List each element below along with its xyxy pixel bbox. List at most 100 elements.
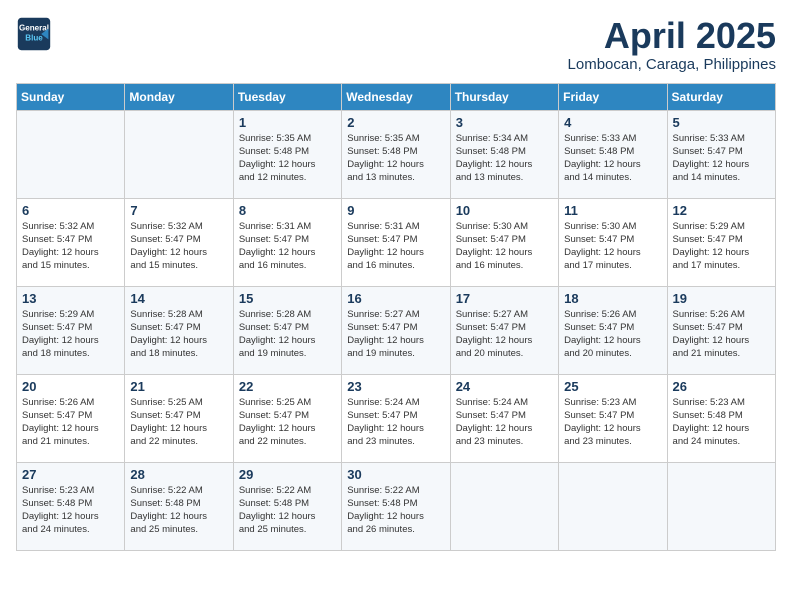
weekday-header-wednesday: Wednesday — [342, 83, 450, 110]
day-number: 26 — [673, 379, 770, 394]
day-number: 17 — [456, 291, 553, 306]
day-number: 2 — [347, 115, 444, 130]
calendar-cell: 7 Sunrise: 5:32 AM Sunset: 5:47 PM Daylig… — [125, 198, 233, 286]
day-number: 7 — [130, 203, 227, 218]
day-detail: Sunrise: 5:33 AM Sunset: 5:47 PM Dayligh… — [673, 132, 770, 185]
calendar-cell: 24 Sunrise: 5:24 AM Sunset: 5:47 PM Dayli… — [450, 374, 558, 462]
day-number: 15 — [239, 291, 336, 306]
calendar-title: April 2025 — [568, 16, 776, 56]
day-detail: Sunrise: 5:27 AM Sunset: 5:47 PM Dayligh… — [456, 308, 553, 361]
calendar-cell: 5 Sunrise: 5:33 AM Sunset: 5:47 PM Daylig… — [667, 110, 775, 198]
calendar-cell: 10 Sunrise: 5:30 AM Sunset: 5:47 PM Dayli… — [450, 198, 558, 286]
weekday-header-row: SundayMondayTuesdayWednesdayThursdayFrid… — [17, 83, 776, 110]
weekday-header-monday: Monday — [125, 83, 233, 110]
weekday-header-friday: Friday — [559, 83, 667, 110]
day-detail: Sunrise: 5:28 AM Sunset: 5:47 PM Dayligh… — [239, 308, 336, 361]
page-header: General Blue April 2025 Lombocan, Caraga… — [16, 16, 776, 73]
day-number: 11 — [564, 203, 661, 218]
calendar-cell: 22 Sunrise: 5:25 AM Sunset: 5:47 PM Dayli… — [233, 374, 341, 462]
day-number: 14 — [130, 291, 227, 306]
logo: General Blue — [16, 16, 52, 52]
calendar-cell: 19 Sunrise: 5:26 AM Sunset: 5:47 PM Dayli… — [667, 286, 775, 374]
day-number: 9 — [347, 203, 444, 218]
calendar-cell — [559, 462, 667, 550]
weekday-header-tuesday: Tuesday — [233, 83, 341, 110]
day-detail: Sunrise: 5:24 AM Sunset: 5:47 PM Dayligh… — [456, 396, 553, 449]
day-detail: Sunrise: 5:27 AM Sunset: 5:47 PM Dayligh… — [347, 308, 444, 361]
day-detail: Sunrise: 5:31 AM Sunset: 5:47 PM Dayligh… — [347, 220, 444, 273]
day-detail: Sunrise: 5:24 AM Sunset: 5:47 PM Dayligh… — [347, 396, 444, 449]
day-number: 8 — [239, 203, 336, 218]
day-detail: Sunrise: 5:26 AM Sunset: 5:47 PM Dayligh… — [22, 396, 119, 449]
day-detail: Sunrise: 5:26 AM Sunset: 5:47 PM Dayligh… — [673, 308, 770, 361]
day-number: 1 — [239, 115, 336, 130]
calendar-cell: 21Sunrise: 5:25 AM Sunset: 5:47 PM Dayli… — [125, 374, 233, 462]
day-number: 18 — [564, 291, 661, 306]
day-detail: Sunrise: 5:23 AM Sunset: 5:48 PM Dayligh… — [22, 484, 119, 537]
calendar-cell: 27 Sunrise: 5:23 AM Sunset: 5:48 PM Dayli… — [17, 462, 125, 550]
day-number: 28 — [130, 467, 227, 482]
calendar-cell: 28 Sunrise: 5:22 AM Sunset: 5:48 PM Dayli… — [125, 462, 233, 550]
calendar-cell: 12Sunrise: 5:29 AM Sunset: 5:47 PM Dayli… — [667, 198, 775, 286]
calendar-cell: 15 Sunrise: 5:28 AM Sunset: 5:47 PM Dayli… — [233, 286, 341, 374]
day-detail: Sunrise: 5:23 AM Sunset: 5:48 PM Dayligh… — [673, 396, 770, 449]
day-number: 5 — [673, 115, 770, 130]
calendar-cell: 17 Sunrise: 5:27 AM Sunset: 5:47 PM Dayli… — [450, 286, 558, 374]
calendar-cell — [667, 462, 775, 550]
weekday-header-sunday: Sunday — [17, 83, 125, 110]
day-number: 30 — [347, 467, 444, 482]
day-detail: Sunrise: 5:29 AM Sunset: 5:47 PM Dayligh… — [22, 308, 119, 361]
calendar-cell: 6 Sunrise: 5:32 AM Sunset: 5:47 PM Daylig… — [17, 198, 125, 286]
day-detail: Sunrise: 5:22 AM Sunset: 5:48 PM Dayligh… — [130, 484, 227, 537]
svg-text:Blue: Blue — [25, 33, 43, 42]
calendar-cell: 29Sunrise: 5:22 AM Sunset: 5:48 PM Dayli… — [233, 462, 341, 550]
day-detail: Sunrise: 5:25 AM Sunset: 5:47 PM Dayligh… — [239, 396, 336, 449]
day-detail: Sunrise: 5:34 AM Sunset: 5:48 PM Dayligh… — [456, 132, 553, 185]
day-detail: Sunrise: 5:26 AM Sunset: 5:47 PM Dayligh… — [564, 308, 661, 361]
calendar-cell: 14 Sunrise: 5:28 AM Sunset: 5:47 PM Dayli… — [125, 286, 233, 374]
day-number: 13 — [22, 291, 119, 306]
day-detail: Sunrise: 5:35 AM Sunset: 5:48 PM Dayligh… — [347, 132, 444, 185]
day-number: 19 — [673, 291, 770, 306]
calendar-cell: 4 Sunrise: 5:33 AM Sunset: 5:48 PM Daylig… — [559, 110, 667, 198]
day-detail: Sunrise: 5:35 AM Sunset: 5:48 PM Dayligh… — [239, 132, 336, 185]
logo-icon: General Blue — [16, 16, 52, 52]
calendar-cell: 23 Sunrise: 5:24 AM Sunset: 5:47 PM Dayli… — [342, 374, 450, 462]
day-number: 25 — [564, 379, 661, 394]
day-number: 27 — [22, 467, 119, 482]
calendar-cell: 2 Sunrise: 5:35 AM Sunset: 5:48 PM Daylig… — [342, 110, 450, 198]
weekday-header-thursday: Thursday — [450, 83, 558, 110]
day-number: 6 — [22, 203, 119, 218]
calendar-cell: 13 Sunrise: 5:29 AM Sunset: 5:47 PM Dayli… — [17, 286, 125, 374]
day-number: 20 — [22, 379, 119, 394]
calendar-cell: 8 Sunrise: 5:31 AM Sunset: 5:47 PM Daylig… — [233, 198, 341, 286]
day-detail: Sunrise: 5:32 AM Sunset: 5:47 PM Dayligh… — [22, 220, 119, 273]
day-number: 23 — [347, 379, 444, 394]
calendar-week-row: 20 Sunrise: 5:26 AM Sunset: 5:47 PM Dayli… — [17, 374, 776, 462]
day-detail: Sunrise: 5:22 AM Sunset: 5:48 PM Dayligh… — [239, 484, 336, 537]
calendar-week-row: 6 Sunrise: 5:32 AM Sunset: 5:47 PM Daylig… — [17, 198, 776, 286]
svg-text:General: General — [19, 23, 49, 32]
calendar-cell — [450, 462, 558, 550]
day-detail: Sunrise: 5:22 AM Sunset: 5:48 PM Dayligh… — [347, 484, 444, 537]
day-detail: Sunrise: 5:28 AM Sunset: 5:47 PM Dayligh… — [130, 308, 227, 361]
calendar-cell — [125, 110, 233, 198]
calendar-cell: 26 Sunrise: 5:23 AM Sunset: 5:48 PM Dayli… — [667, 374, 775, 462]
calendar-cell: 25 Sunrise: 5:23 AM Sunset: 5:47 PM Dayli… — [559, 374, 667, 462]
day-detail: Sunrise: 5:23 AM Sunset: 5:47 PM Dayligh… — [564, 396, 661, 449]
calendar-cell: 1 Sunrise: 5:35 AM Sunset: 5:48 PM Daylig… — [233, 110, 341, 198]
day-number: 22 — [239, 379, 336, 394]
calendar-cell: 18 Sunrise: 5:26 AM Sunset: 5:47 PM Dayli… — [559, 286, 667, 374]
day-detail: Sunrise: 5:30 AM Sunset: 5:47 PM Dayligh… — [456, 220, 553, 273]
calendar-week-row: 13 Sunrise: 5:29 AM Sunset: 5:47 PM Dayli… — [17, 286, 776, 374]
day-number: 24 — [456, 379, 553, 394]
title-area: April 2025 Lombocan, Caraga, Philippines — [568, 16, 776, 73]
calendar-cell — [17, 110, 125, 198]
calendar-cell: 3Sunrise: 5:34 AM Sunset: 5:48 PM Daylig… — [450, 110, 558, 198]
day-detail: Sunrise: 5:33 AM Sunset: 5:48 PM Dayligh… — [564, 132, 661, 185]
day-number: 4 — [564, 115, 661, 130]
day-number: 10 — [456, 203, 553, 218]
calendar-subtitle: Lombocan, Caraga, Philippines — [568, 56, 776, 73]
day-detail: Sunrise: 5:31 AM Sunset: 5:47 PM Dayligh… — [239, 220, 336, 273]
day-detail: Sunrise: 5:32 AM Sunset: 5:47 PM Dayligh… — [130, 220, 227, 273]
